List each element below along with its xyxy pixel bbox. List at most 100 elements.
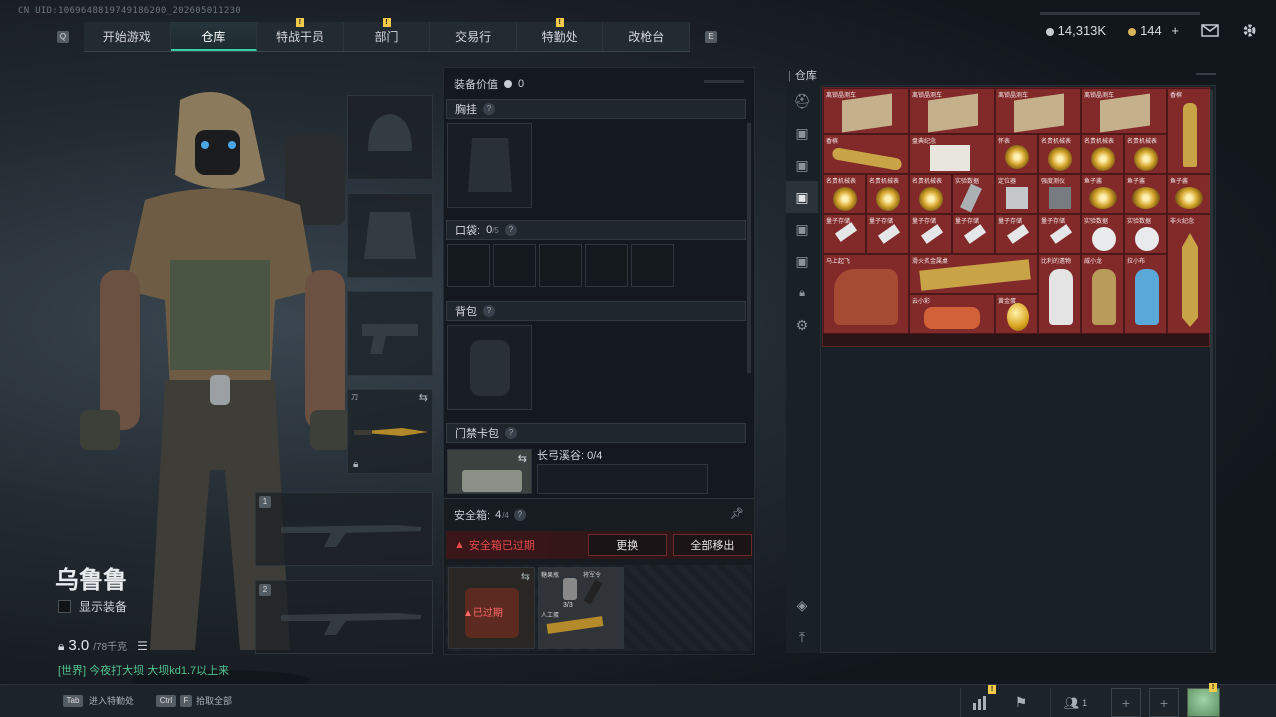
keycard-slots[interactable] [537,464,708,494]
show-gear-toggle[interactable]: 显示装备 [58,598,127,615]
pin-icon[interactable]: 📌︎ [730,507,744,520]
currency-gold[interactable]: 144 + [1128,23,1179,38]
invite-slot[interactable]: + [1149,688,1179,717]
avatar[interactable]: ! [1187,683,1220,717]
sidebar-lock[interactable]: 🔒︎ [786,277,818,309]
sidebar-settings[interactable]: ⚙ [786,309,818,341]
pocket-slot[interactable] [447,244,490,287]
helmet-slot[interactable] [347,95,433,180]
gear-icon[interactable] [1241,22,1258,39]
item-cell[interactable]: 实验数据 [1124,214,1167,254]
item-cell[interactable]: 量子存储 [909,214,952,254]
item-cell[interactable]: 强度测仪 [1038,174,1081,214]
chest-rig-slot[interactable] [447,123,532,208]
sidebar-layers[interactable]: ◈ [786,589,818,621]
tab-5[interactable]: 特勤处! [517,18,604,51]
swap-icon[interactable]: ⇆ [521,570,530,583]
secondary-weapon-slot[interactable]: 2 [255,580,433,654]
replace-button[interactable]: 更换 [587,534,667,556]
item-cell[interactable]: 量子存储 [952,214,995,254]
item-cell[interactable]: 定位器 [995,174,1038,214]
item-cell[interactable]: 怀表 [995,134,1038,174]
item-cell[interactable]: 非火纪念 [1167,214,1211,334]
sidebar-tab-4[interactable]: ▣ [786,213,818,245]
item-cell[interactable]: 威小龙 [1081,254,1124,334]
sidebar-tab-5[interactable]: ▣ [786,245,818,277]
item-cell[interactable]: 离锁晶测车 [995,88,1081,134]
help-icon[interactable]: ? [483,305,495,317]
safe-box-slot[interactable]: ⇆ ▲已过期 [448,567,535,649]
list-icon[interactable]: ☰ [137,639,148,653]
add-currency-button[interactable]: + [1171,23,1179,38]
sidebar-tab-3-active[interactable]: ▣ [786,181,818,213]
item-cell[interactable]: 比利的遗物 [1038,254,1081,334]
keycard-case-slot[interactable]: ⇆ [447,449,532,494]
primary-weapon-slot[interactable]: 1 [255,492,433,566]
sidebar-tab-2[interactable]: ▣ [786,149,818,181]
item-cell[interactable]: 量子存储 [995,214,1038,254]
show-gear-checkbox[interactable] [58,600,71,613]
item-cell[interactable]: 黄金蛋 [995,294,1038,334]
item-cell[interactable]: 鱼子酱 [1081,174,1124,214]
item-cell[interactable]: 马上起飞 [823,254,909,334]
item-cell[interactable]: 盘典纪念 [909,134,995,174]
item-cell[interactable]: 量子存储 [1038,214,1081,254]
sidebar-tab-helmet[interactable]: ⛑︎ [786,85,818,117]
item-cell[interactable]: 离锁晶测车 [1081,88,1167,134]
swap-icon[interactable]: ⇆ [419,391,428,404]
pocket-slot[interactable] [585,244,628,287]
remove-all-button[interactable]: 全部移出 [672,534,752,556]
invite-slot[interactable]: + [1111,688,1141,717]
item-cell[interactable]: 鱼子酱 [1167,174,1211,214]
melee-slot[interactable]: 刀 ⇆ 🔒︎ [347,389,433,474]
swap-icon[interactable]: ⇆ [518,452,527,465]
enter-special-ops-hint[interactable]: Tab 进入特勤处 [63,694,134,707]
item-cell[interactable]: 实验数据 [952,174,995,214]
mail-icon[interactable] [1201,24,1219,37]
item-cell[interactable]: 名贵机械表 [1038,134,1081,174]
item-cell[interactable]: 名贵机械表 [909,174,952,214]
item-cell[interactable]: 实验数据 [1081,214,1124,254]
pocket-slot[interactable] [539,244,582,287]
item-cell[interactable]: 名贵机械表 [1124,134,1167,174]
tab-4[interactable]: 交易行 [430,22,517,51]
item-cell[interactable]: 鱼子酱 [1124,174,1167,214]
stats-button[interactable]: ! [960,685,998,717]
tab-0[interactable]: 开始游戏 [84,22,171,51]
pocket-slot[interactable] [631,244,674,287]
item-cell[interactable]: 量子存储 [866,214,909,254]
item-cell[interactable]: 香槟 [823,134,909,174]
item-cell[interactable]: 拉小布 [1124,254,1167,334]
warehouse-collapse[interactable] [1196,73,1216,75]
item-cell[interactable]: 云小彩 [909,294,995,334]
tab-6[interactable]: 改枪台 [603,22,691,51]
safe-box-items[interactable]: 糖果瓶 将军令 人工蛋 3/3 [538,567,624,649]
tab-1[interactable]: 仓库 [170,22,258,51]
flag-button[interactable]: ⚑ [1002,688,1040,717]
chat-message[interactable]: [世界] 今夜打大坝 大坝kd1.7以上来 [58,662,229,678]
item-cell[interactable]: 名贵机械表 [823,174,866,214]
squad-button[interactable]: 👥︎ 1 [1050,688,1100,717]
item-cell[interactable]: 香槟 [1167,88,1211,174]
item-cell[interactable]: 量子存储 [823,214,866,254]
help-icon[interactable]: ? [505,427,517,439]
pistol-slot[interactable] [347,291,433,376]
item-cell[interactable]: 离锁晶测车 [823,88,909,134]
help-icon[interactable]: ? [513,509,526,521]
tab-2[interactable]: 特战干员! [257,18,344,51]
pocket-slot[interactable] [493,244,536,287]
backpack-slot[interactable] [447,325,532,410]
warehouse-scrollbar[interactable] [1210,90,1213,650]
sidebar-export[interactable]: ⤒ [786,621,818,653]
help-icon[interactable]: ? [504,224,517,236]
loadout-scrollbar[interactable] [747,123,751,373]
help-icon[interactable]: ? [483,103,495,115]
tab-3[interactable]: 部门! [344,18,431,51]
armor-slot[interactable] [347,193,433,278]
sidebar-tab-1[interactable]: ▣ [786,117,818,149]
item-cell[interactable]: 名贵机械表 [866,174,909,214]
item-cell[interactable]: 滑火炙金属桌 [909,254,1038,294]
loot-all-hint[interactable]: Ctrl F 拾取全部 [156,694,232,707]
item-cell[interactable]: 离锁晶测车 [909,88,995,134]
item-cell[interactable]: 名贵机械表 [1081,134,1124,174]
